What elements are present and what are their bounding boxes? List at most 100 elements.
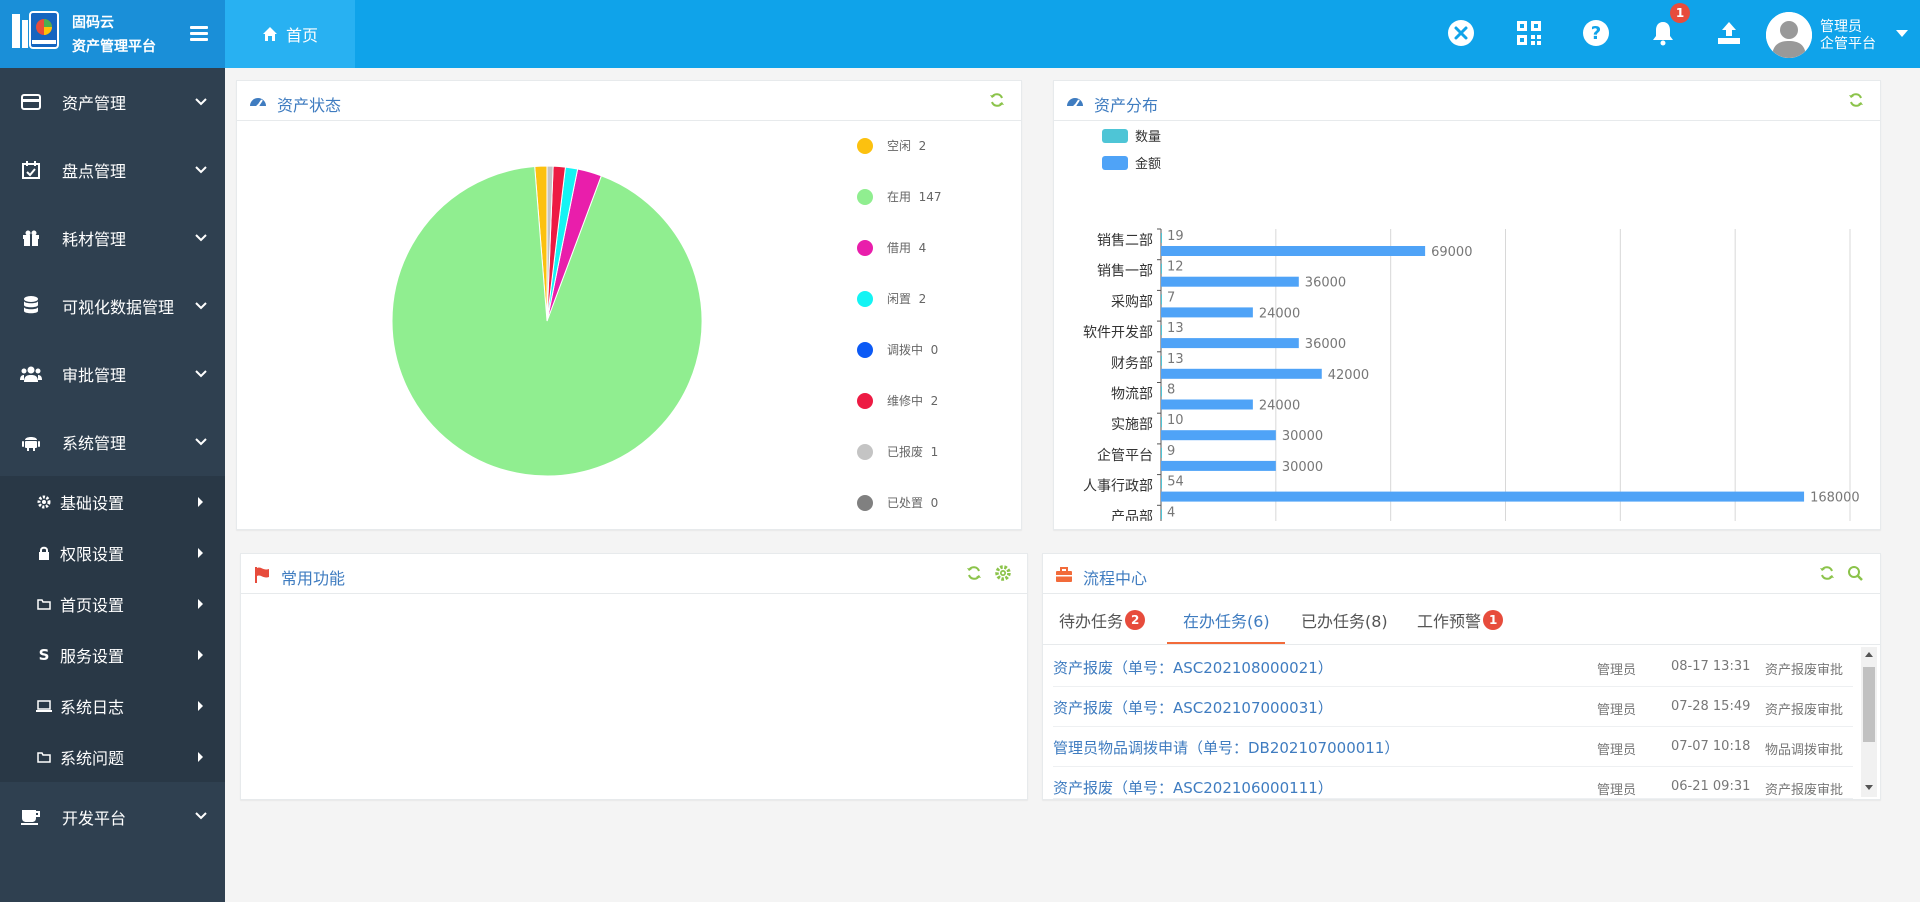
tab-label: 工作预警: [1417, 612, 1482, 631]
bar-amount[interactable]: [1161, 276, 1299, 287]
y-category-label: 销售一部: [1097, 264, 1153, 280]
sidebar-subitem-basic-settings[interactable]: 基础设置: [0, 476, 225, 527]
legend-item[interactable]: 借用 4: [857, 239, 926, 256]
legend-item[interactable]: 闲置 2: [857, 290, 926, 307]
scroll-down-icon[interactable]: [1865, 785, 1873, 790]
close-circle-icon[interactable]: [1446, 18, 1476, 48]
task-list-scrollbar[interactable]: [1861, 647, 1877, 797]
chevron-down-icon: [195, 370, 207, 378]
sidebar-subitem-homepage-settings[interactable]: 首页设置: [0, 578, 225, 629]
logo-title-line1: 固码云: [72, 15, 114, 31]
logo-area: 固码云 资产管理平台: [0, 0, 225, 68]
task-user: 管理员: [1597, 743, 1637, 758]
tab-completed-tasks[interactable]: 已办任务(8): [1301, 608, 1388, 632]
scroll-up-icon[interactable]: [1865, 652, 1873, 657]
bar-amount[interactable]: [1161, 399, 1253, 410]
legend-item[interactable]: 已报废 1: [857, 443, 938, 460]
user-org[interactable]: 企管平台: [1820, 33, 1876, 53]
sidebar-item-visual-data[interactable]: 可视化数据管理: [0, 272, 225, 340]
tab-label: 待办任务: [1059, 612, 1124, 631]
search-icon[interactable]: [1847, 565, 1863, 581]
panel-title: 资产分布: [1094, 96, 1159, 115]
bar-amount[interactable]: [1161, 307, 1253, 318]
sidebar-subitem-label: 首页设置: [60, 595, 125, 615]
tab-work-alerts[interactable]: 工作预警 1: [1417, 608, 1504, 632]
task-title-link[interactable]: 资产报废（单号：ASC202107000031）: [1053, 697, 1333, 718]
sidebar-item-approval[interactable]: 审批管理: [0, 340, 225, 408]
bar-quantity[interactable]: [1161, 386, 1162, 397]
sidebar-subitem-system-issues[interactable]: 系统问题: [0, 731, 225, 782]
gift-icon: [20, 227, 42, 249]
bar-amount[interactable]: [1161, 491, 1805, 502]
task-row[interactable]: 管理员物品调拨申请（单号：DB202107000011） 管理员 07-07 1…: [1053, 727, 1853, 767]
bar-amount[interactable]: [1161, 460, 1276, 471]
bar-amount[interactable]: [1161, 246, 1426, 256]
sidebar-item-inventory-check[interactable]: 盘点管理: [0, 136, 225, 204]
legend-item[interactable]: 在用 147: [857, 188, 942, 205]
tab-pending-tasks[interactable]: 待办任务 2: [1059, 608, 1146, 632]
legend-color-dot: [857, 188, 873, 205]
task-title-link[interactable]: 资产报废（单号：ASC202108000021）: [1053, 657, 1333, 678]
bar-quantity[interactable]: [1161, 417, 1162, 428]
sidebar-subitem-system-log[interactable]: 系统日志: [0, 680, 225, 731]
asset-distribution-panel: 资产分布 数量金额030,00060,00090,000120,000150,0…: [1053, 80, 1881, 530]
bell-icon[interactable]: [1648, 18, 1678, 48]
sidebar-item-consumables[interactable]: 耗材管理: [0, 204, 225, 272]
bar-quantity[interactable]: [1161, 233, 1162, 243]
chevron-down-icon: [195, 234, 207, 242]
bar-quantity[interactable]: [1161, 325, 1162, 336]
refresh-icon[interactable]: [966, 565, 982, 581]
bar-quantity[interactable]: [1161, 355, 1162, 366]
user-menu-caret-icon[interactable]: [1896, 30, 1908, 37]
legend-item[interactable]: 调拨中 0: [857, 341, 938, 358]
tab-in-progress-tasks[interactable]: 在办任务(6): [1183, 608, 1270, 632]
avatar[interactable]: [1766, 12, 1812, 58]
bar-amount[interactable]: [1161, 430, 1276, 441]
help-icon[interactable]: ?: [1581, 18, 1611, 48]
legend-item[interactable]: 空闲 2: [857, 137, 926, 154]
folder-icon: [36, 596, 52, 612]
bar-quantity[interactable]: [1161, 447, 1162, 458]
sidebar-subitem-service-settings[interactable]: S 服务设置: [0, 629, 225, 680]
legend-label: 已处置 0: [887, 496, 939, 510]
dashboard-icon: [1067, 98, 1083, 108]
bar-quantity[interactable]: [1161, 478, 1162, 489]
scroll-thumb[interactable]: [1863, 667, 1875, 742]
upload-icon[interactable]: [1714, 18, 1744, 48]
task-type: 资产报废审批: [1765, 703, 1844, 718]
bar-amount[interactable]: [1161, 368, 1322, 379]
caret-right-icon: [198, 752, 203, 762]
task-row[interactable]: 资产报废（单号：ASC202108000021） 管理员 08-17 13:31…: [1053, 647, 1853, 687]
sidebar-subitem-label: 系统日志: [60, 697, 125, 717]
sidebar-item-label: 盘点管理: [62, 162, 127, 181]
tab-home[interactable]: 首页: [225, 0, 355, 68]
bar-quantity[interactable]: [1161, 509, 1162, 520]
chevron-down-icon: [195, 438, 207, 446]
bar-quantity[interactable]: [1161, 263, 1162, 274]
task-time: 07-28 15:49: [1671, 699, 1751, 714]
bar-amount[interactable]: [1161, 338, 1299, 349]
sidebar-item-system-management[interactable]: 系统管理: [0, 408, 225, 476]
legend-item[interactable]: 已处置 0: [857, 494, 938, 511]
sidebar-item-asset-management[interactable]: 资产管理: [0, 68, 225, 136]
qrcode-icon[interactable]: [1514, 18, 1544, 48]
task-row[interactable]: 资产报废（单号：ASC202107000031） 管理员 07-28 15:49…: [1053, 687, 1853, 727]
refresh-icon[interactable]: [1819, 565, 1835, 581]
chevron-down-icon: [195, 812, 207, 820]
flag-icon: [255, 567, 269, 583]
task-title-link[interactable]: 管理员物品调拨申请（单号：DB202107000011）: [1053, 737, 1399, 758]
task-title-link[interactable]: 资产报废（单号：ASC202106000111）: [1053, 777, 1333, 798]
bar-value-label: 54: [1167, 475, 1184, 490]
bar-quantity[interactable]: [1161, 294, 1162, 305]
y-category-label: 销售二部: [1097, 233, 1153, 249]
task-row[interactable]: 资产报废（单号：ASC202106000111） 管理员 06-21 09:31…: [1053, 767, 1853, 799]
sidebar-item-dev-platform[interactable]: 开发平台: [0, 782, 225, 852]
menu-toggle-icon[interactable]: [190, 26, 208, 42]
caret-right-icon: [198, 497, 203, 507]
refresh-icon[interactable]: [989, 92, 1005, 108]
gear-icon[interactable]: [995, 565, 1011, 581]
refresh-icon[interactable]: [1848, 92, 1864, 108]
sidebar-subitem-permission-settings[interactable]: 权限设置: [0, 527, 225, 578]
task-user: 管理员: [1597, 703, 1637, 718]
legend-item[interactable]: 维修中 2: [857, 392, 938, 409]
